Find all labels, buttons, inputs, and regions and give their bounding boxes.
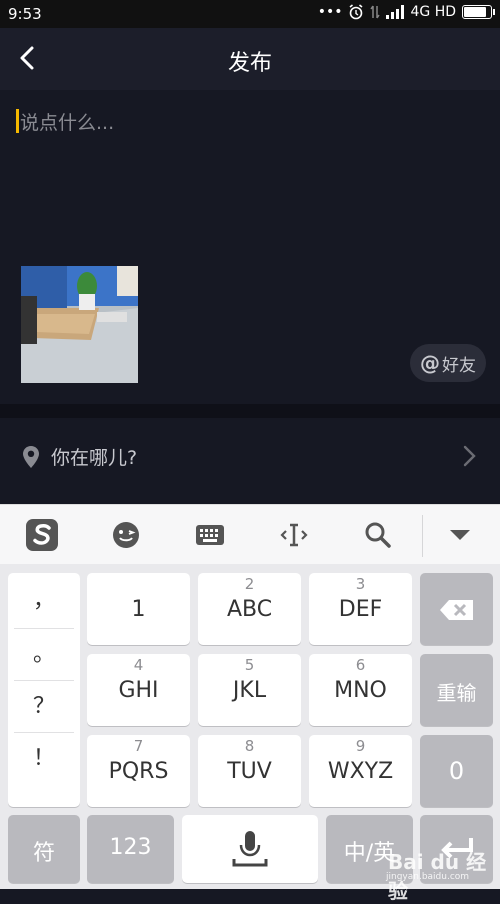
key-main-label: TUV — [227, 759, 272, 784]
more-dots-icon: ••• — [317, 4, 343, 20]
key-main-label: GHI — [118, 678, 159, 703]
numeric-key[interactable]: 123 — [87, 815, 174, 883]
caption-input[interactable]: 说点什么... — [20, 108, 114, 135]
punctuation-column[interactable]: ， 。 ？ ！ — [8, 573, 80, 807]
key-1[interactable]: 1 — [87, 573, 190, 645]
numeric-label: 123 — [109, 835, 152, 860]
key-main-label: PQRS — [108, 759, 169, 784]
collapse-keyboard-icon[interactable] — [442, 517, 478, 553]
status-time: 9:53 — [8, 5, 42, 23]
battery-icon — [462, 5, 495, 19]
keyboard-toolbar — [0, 504, 500, 565]
cursor-move-icon[interactable] — [276, 517, 312, 553]
punct-question-key[interactable]: ？ — [8, 681, 80, 733]
network-type: 4G HD — [410, 4, 456, 20]
reenter-key[interactable]: 重输 — [420, 654, 493, 726]
key-main-label: ABC — [226, 597, 273, 622]
key-sub-label: 2 — [244, 575, 255, 593]
watermark: Bai du 经验 jingyan.baidu.com — [382, 838, 500, 903]
emoji-icon[interactable] — [108, 517, 144, 553]
page-title: 发布 — [227, 51, 272, 76]
key-3-def[interactable]: 3 DEF — [309, 573, 412, 645]
reenter-label: 重输 — [436, 681, 477, 705]
key-8-tuv[interactable]: 8 TUV — [198, 735, 301, 807]
key-main-label: WXYZ — [327, 759, 394, 784]
microphone-icon — [232, 831, 268, 867]
key-main-label: DEF — [338, 597, 383, 622]
mention-label: 好友 — [442, 355, 476, 376]
delete-key[interactable] — [420, 573, 493, 645]
backspace-icon — [440, 600, 473, 620]
status-icons: ••• 4G HD — [317, 4, 495, 20]
key-main-label: 1 — [131, 597, 146, 622]
chevron-right-icon — [463, 445, 476, 467]
section-divider — [0, 404, 500, 418]
key-sub-label: 7 — [133, 737, 144, 755]
key-sub-label: 9 — [355, 737, 366, 755]
key-9-wxyz[interactable]: 9 WXYZ — [309, 735, 412, 807]
attached-photo-thumbnail[interactable] — [21, 266, 138, 383]
punct-exclaim-key[interactable]: ！ — [8, 733, 80, 785]
space-voice-key[interactable] — [182, 815, 318, 883]
punct-period-key[interactable]: 。 — [8, 629, 80, 681]
top-nav-bar: 发布 — [0, 28, 500, 90]
key-main-label: MNO — [334, 678, 387, 703]
key-7-pqrs[interactable]: 7 PQRS — [87, 735, 190, 807]
toolbar-divider — [422, 515, 423, 557]
text-cursor — [16, 109, 19, 133]
key-sub-label: 4 — [133, 656, 144, 674]
key-0[interactable]: 0 — [420, 735, 493, 807]
key-sub-label: 8 — [244, 737, 255, 755]
key-sub-label: 6 — [355, 656, 366, 674]
mention-friend-button[interactable]: @ 好友 — [410, 344, 486, 382]
status-bar: 9:53 ••• 4G HD — [0, 0, 500, 28]
watermark-url: jingyan.baidu.com — [386, 872, 470, 882]
symbol-key[interactable]: 符 — [8, 815, 80, 883]
key-6-mno[interactable]: 6 MNO — [309, 654, 412, 726]
alarm-icon — [349, 4, 363, 20]
sogou-logo-icon[interactable] — [24, 517, 60, 553]
symbol-label: 符 — [32, 841, 55, 866]
data-transfer-icon — [370, 5, 381, 19]
location-pin-icon — [23, 446, 39, 468]
location-row[interactable]: 你在哪儿? — [0, 418, 500, 504]
punct-comma-key[interactable]: ， — [8, 575, 80, 627]
key-sub-label: 3 — [355, 575, 366, 593]
key-sub-label: 5 — [244, 656, 255, 674]
key-4-ghi[interactable]: 4 GHI — [87, 654, 190, 726]
key-main-label: JKL — [232, 678, 267, 703]
keyboard-icon[interactable] — [192, 517, 228, 553]
key-5-jkl[interactable]: 5 JKL — [198, 654, 301, 726]
key-2-abc[interactable]: 2 ABC — [198, 573, 301, 645]
location-label: 你在哪儿? — [51, 447, 138, 469]
signal-icon — [386, 5, 405, 19]
search-icon[interactable] — [360, 517, 396, 553]
at-icon: @ — [420, 351, 440, 375]
key-main-label: 0 — [448, 757, 465, 785]
